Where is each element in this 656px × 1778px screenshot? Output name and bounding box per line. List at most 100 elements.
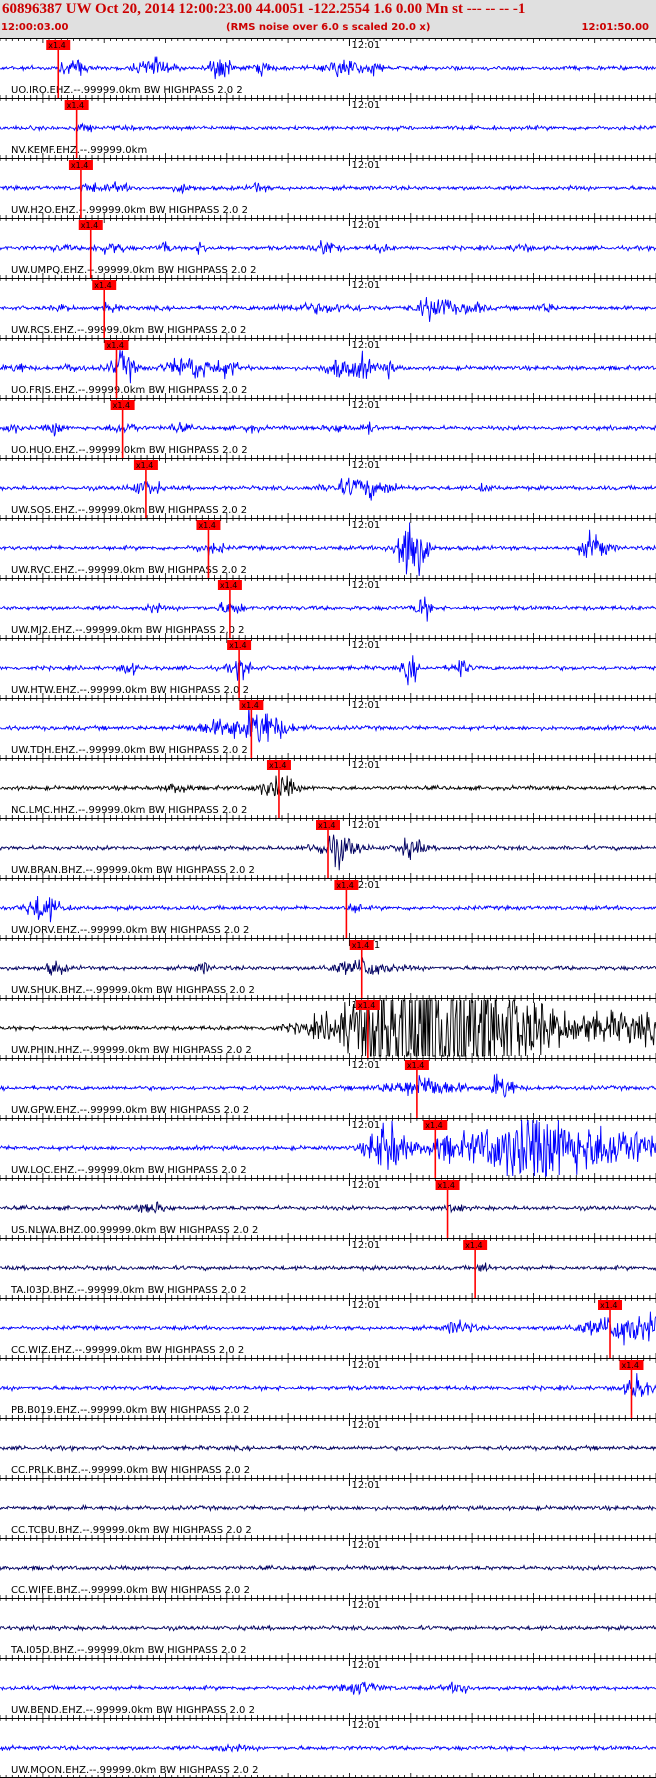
minute-tick-label: 12:01 [351,520,380,531]
waveform-trace [0,296,656,322]
scaling-note: (RMS noise over 6.0 s scaled 20.0 x) [226,22,431,33]
station-label: UW.TDH.EHZ.--.99999.0km BW HIGHPASS 2.0 … [11,745,248,756]
trace-row: 12:01 UO.FRIS.EHZ.--.99999.0km BW HIGHPAS… [0,338,656,398]
pick-label: x1.4 [67,101,84,110]
minute-tick-label: 12:01 [351,1180,380,1191]
header-bar: 60896387 UW Oct 20, 2014 12:00:23.00 44.… [0,0,656,38]
trace-row: 12:01 TA.I03D.BHZ.--.99999.0km BW HIGHPAS… [0,1238,656,1298]
seismogram-plot: 12:01 UO.IRO.EHZ.--.99999.0km BW HIGHPASS… [0,38,656,1778]
trace-row: 12:01 TA.I05D.BHZ.--.99999.0km BW HIGHPAS… [0,1598,656,1658]
waveform-trace [0,1444,656,1453]
waveform-trace [0,1073,656,1098]
pick-label: x1.4 [425,1121,442,1130]
minute-tick-label: 12:01 [351,280,380,291]
pick-label: x1.4 [352,941,369,950]
pick-label: x1.4 [113,401,130,410]
station-label: UW.HTW.EHZ.--.99999.0km BW HIGHPASS 2.0 … [11,685,249,696]
waveform-trace [0,240,656,255]
trace-row: 12:01 UO.HUO.EHZ.--.99999.0km BW HIGHPASS… [0,398,656,458]
station-label: UW.H2O.EHZ.--.99999.0km BW HIGHPASS 2.0 … [11,205,248,216]
minute-tick-label: 12:01 [351,1480,380,1491]
station-label: CC.PRLK.BHZ.--.99999.0km BW HIGHPASS 2.0… [11,1465,250,1476]
station-label: UO.FRIS.EHZ.--.99999.0km BW HIGHPASS 2.0… [11,385,247,396]
waveform-trace [0,181,656,195]
trace-row: 12:01UW.SHUK.BHZ.--.99999.0km BW HIGHPAS… [0,938,656,998]
minute-tick-label: 12:01 [351,1660,380,1671]
station-label: TA.I05D.BHZ.--.99999.0km BW HIGHPASS 2.0… [10,1645,246,1656]
waveform-trace [0,1743,656,1753]
minute-tick-label: 12:01 [351,100,380,111]
station-label: UW.GPW.EHZ.--.99999.0km BW HIGHPASS 2.0 … [11,1105,249,1116]
minute-tick-label: 12:01 [351,1240,380,1251]
trace-row: 12:01 UW.H2O.EHZ.--.99999.0km BW HIGHPASS… [0,158,656,218]
pick-label: x1.4 [358,1001,375,1010]
minute-tick-label: 12:01 [351,460,380,471]
waveform-trace [0,1311,656,1346]
trace-row: 12:01 UW.MJ2.EHZ.--.99999.0km BW HIGHPASS… [0,578,656,638]
station-label: UW.RVC.EHZ.--.99999.0km BW HIGHPASS 2.0 … [11,565,247,576]
pick-label: x1.4 [621,1361,638,1370]
minute-tick-label: 12:01 [351,1720,380,1731]
minute-tick-label: 12:01 [351,400,380,411]
start-time: 12:00:03.00 [1,22,69,33]
pick-label: x1.4 [48,41,65,50]
station-label: NC.LMC.HHZ.--.99999.0km BW HIGHPASS 2.0 … [11,805,247,816]
waveform-trace [0,421,656,437]
waveform-trace [0,596,656,622]
waveform-trace [0,655,656,686]
minute-tick-label: 12:01 [351,160,380,171]
station-label: UO.IRO.EHZ.--.99999.0km BW HIGHPASS 2.0 … [11,85,243,96]
station-label: CC.WIZ.EHZ.--.99999.0km BW HIGHPASS 2.0 … [11,1345,244,1356]
minute-tick-label: 12:01 [351,220,380,231]
pick-label: x1.4 [407,1061,424,1070]
trace-row: 12:01 UW.GPW.EHZ.--.99999.0km BW HIGHPASS… [0,1058,656,1118]
trace-row: 12:01 UW.MOON.EHZ.--.99999.0km BW HIGHPAS… [0,1718,656,1778]
minute-tick-label: 12:01 [351,1360,380,1371]
station-label: CC.WIFE.BHZ.--.99999.0km BW HIGHPASS 2.0… [11,1585,250,1596]
minute-tick-label: 12:01 [351,1300,380,1311]
station-label: UW.BEND.EHZ.--.99999.0km BW HIGHPASS 2.0… [11,1705,255,1716]
trace-row: 12:01 UW.HTW.EHZ.--.99999.0km BW HIGHPASS… [0,638,656,698]
station-label: UW.LOC.EHZ.--.99999.0km BW HIGHPASS 2.0 … [11,1165,247,1176]
station-label: NV.KEMF.EHZ.--.99999.0km [11,145,147,156]
trace-row: 12:01 CC.WIFE.BHZ.--.99999.0km BW HIGHPAS… [0,1538,656,1598]
station-label: UW.UMPQ.EHZ.--.99999.0km BW HIGHPASS 2.0… [11,265,256,276]
pick-label: x1.4 [220,581,237,590]
end-time: 12:01:50.00 [581,22,649,33]
waveform-trace [0,349,656,384]
minute-tick-label: 12:01 [351,640,380,651]
trace-row: 12:01 CC.PRLK.BHZ.--.99999.0km BW HIGHPAS… [0,1418,656,1478]
pick-label: x1.4 [81,221,98,230]
waveform-trace [0,1681,656,1696]
station-label: UO.HUO.EHZ.--.99999.0km BW HIGHPASS 2.0 … [11,445,248,456]
station-label: UW.PHIN.HHZ.--.99999.0km BW HIGHPASS 2.0… [11,1045,252,1056]
trace-row: 12:01 UW.BEND.EHZ.--.99999.0km BW HIGHPAS… [0,1658,656,1718]
pick-label: x1.4 [336,881,353,890]
trace-row: 12:01 UW.LOC.EHZ.--.99999.0km BW HIGHPASS… [0,1118,656,1178]
trace-row: 12:01 UW.RVC.EHZ.--.99999.0km BW HIGHPASS… [0,518,656,578]
station-label: UW.MJ2.EHZ.--.99999.0km BW HIGHPASS 2.0 … [11,625,245,636]
trace-row: 12:01UW.JORV.EHZ.--.99999.0km BW HIGHPAS… [0,878,656,938]
trace-row: 12:01 UW.TDH.EHZ.--.99999.0km BW HIGHPASS… [0,698,656,758]
station-label: US.NLWA.BHZ.00.99999.0km BW HIGHPASS 2.0… [11,1225,258,1236]
station-label: UW.JORV.EHZ.--.99999.0km BW HIGHPASS 2.0… [11,925,249,936]
minute-tick-label: 12:01 [351,700,380,711]
pick-label: x1.4 [136,461,153,470]
minute-tick-label: 12:01 [351,1540,380,1551]
waveform-trace [0,1563,656,1572]
waveform-trace [0,56,656,80]
station-label: PB.B019.EHZ.--.99999.0km BW HIGHPASS 2.0… [11,1405,249,1416]
station-label: UW.SHUK.BHZ.--.99999.0km BW HIGHPASS 2.0… [11,985,255,996]
trace-row: 12:01 UW.SOS.EHZ.--.99999.0km BW HIGHPASS… [0,458,656,518]
waveform-trace [0,1624,656,1633]
minute-tick-label: 12:01 [351,580,380,591]
minute-tick-label: 12:01 [351,340,380,351]
waveform-trace [0,895,656,923]
waveform-trace [0,1262,656,1273]
pick-label: x1.4 [438,1181,455,1190]
station-label: UW.BRAN.BHZ.--.99999.0km BW HIGHPASS 2.0… [11,865,255,876]
waveform-trace [0,706,656,743]
waveform-trace [0,122,656,133]
pick-label: x1.4 [241,701,258,710]
trace-row: 12:01 CC.WIZ.EHZ.--.99999.0km BW HIGHPASS… [0,1298,656,1358]
